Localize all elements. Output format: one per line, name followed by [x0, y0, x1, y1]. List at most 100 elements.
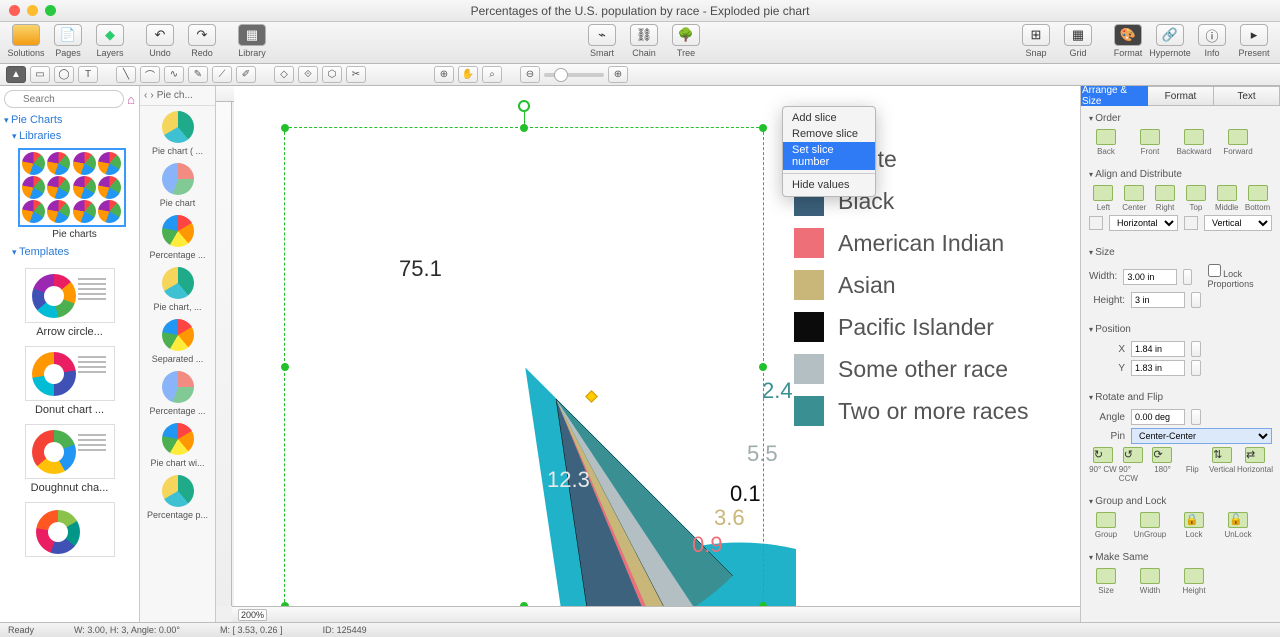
rotate-cw-button[interactable]: ↻90° CW: [1089, 447, 1117, 483]
home-icon[interactable]: ⌂: [127, 92, 135, 107]
explode-handle[interactable]: [585, 390, 598, 403]
angle-input[interactable]: [1131, 409, 1185, 425]
zoom-window-button[interactable]: [45, 5, 56, 16]
width-stepper[interactable]: [1183, 269, 1191, 285]
sec-make-same[interactable]: Make Same: [1089, 549, 1272, 566]
align-top-button[interactable]: Top: [1181, 185, 1210, 212]
format-button[interactable]: 🎨Format: [1108, 24, 1148, 58]
distribute-v-select[interactable]: Vertical: [1204, 215, 1272, 231]
order-backward-button[interactable]: Backward: [1177, 129, 1211, 156]
edit-points-tool[interactable]: ◇: [274, 66, 294, 83]
strip-item[interactable]: Percentage ...: [140, 210, 215, 262]
template-doughnut[interactable]: Doughnut cha...: [10, 424, 129, 494]
strip-item[interactable]: Separated ...: [140, 314, 215, 366]
edit-segment-tool[interactable]: ⟐: [298, 66, 318, 83]
unlock-button[interactable]: 🔓UnLock: [1221, 512, 1255, 539]
arc-tool[interactable]: ⌒: [140, 66, 160, 83]
zoom-in-icon[interactable]: ⊕: [608, 66, 628, 83]
angle-stepper[interactable]: [1191, 409, 1201, 425]
group-button[interactable]: Group: [1089, 512, 1123, 539]
sec-order[interactable]: Order: [1089, 110, 1272, 127]
hypernote-button[interactable]: 🔗Hypernote: [1150, 24, 1190, 58]
minimize-window-button[interactable]: [27, 5, 38, 16]
undo-button[interactable]: ↶Undo: [140, 24, 180, 58]
rotate-180-button[interactable]: ⟳180°: [1149, 447, 1177, 483]
redo-button[interactable]: ↷Redo: [182, 24, 222, 58]
pin-select[interactable]: Center-Center: [1131, 428, 1272, 444]
library-button[interactable]: ▦Library: [232, 24, 272, 58]
order-front-button[interactable]: Front: [1133, 129, 1167, 156]
resize-handle[interactable]: [759, 124, 767, 132]
strip-item[interactable]: Pie chart wi...: [140, 418, 215, 470]
align-left-button[interactable]: Left: [1089, 185, 1118, 212]
template-arrow-circle[interactable]: Arrow circle...: [10, 268, 129, 338]
same-size-button[interactable]: Size: [1089, 568, 1123, 595]
canvas[interactable]: 75.1 12.3 0.9 3.6 0.1 5.5 2.4: [216, 86, 1080, 622]
chevron-left-icon[interactable]: ‹: [144, 90, 147, 101]
tree-libraries[interactable]: Libraries: [12, 128, 135, 144]
ctx-add-slice[interactable]: Add slice: [783, 110, 875, 126]
width-input[interactable]: [1123, 269, 1177, 285]
flip-vertical-button[interactable]: ⇅Vertical: [1208, 447, 1236, 483]
zoom-selection-tool[interactable]: ⌕: [482, 66, 502, 83]
y-input[interactable]: [1131, 360, 1185, 376]
sec-align[interactable]: Align and Distribute: [1089, 166, 1272, 183]
ctx-set-slice-number[interactable]: Set slice number: [783, 142, 875, 170]
flip-horizontal-button[interactable]: ⇄Horizontal: [1238, 447, 1272, 483]
tab-format[interactable]: Format: [1148, 86, 1214, 106]
rotate-handle[interactable]: [518, 100, 530, 112]
chain-button[interactable]: ⛓Chain: [624, 24, 664, 58]
line-tool[interactable]: ╲: [116, 66, 136, 83]
ctx-hide-values[interactable]: Hide values: [783, 177, 875, 193]
strip-item[interactable]: Percentage ...: [140, 366, 215, 418]
height-stepper[interactable]: [1191, 292, 1201, 308]
lock-button[interactable]: 🔒Lock: [1177, 512, 1211, 539]
close-window-button[interactable]: [9, 5, 20, 16]
tree-pie-charts[interactable]: Pie Charts: [4, 112, 135, 128]
sec-rotate[interactable]: Rotate and Flip: [1089, 389, 1272, 406]
resize-handle[interactable]: [759, 363, 767, 371]
same-height-button[interactable]: Height: [1177, 568, 1211, 595]
snap-button[interactable]: ⊞Snap: [1016, 24, 1056, 58]
bezier-tool[interactable]: ⟋: [212, 66, 232, 83]
order-forward-button[interactable]: Forward: [1221, 129, 1255, 156]
strip-item[interactable]: Pie chart, ...: [140, 262, 215, 314]
align-bottom-button[interactable]: Bottom: [1243, 185, 1272, 212]
rect-tool[interactable]: ▭: [30, 66, 50, 83]
align-right-button[interactable]: Right: [1151, 185, 1180, 212]
rotate-ccw-button[interactable]: ↺90° CCW: [1119, 447, 1147, 483]
layers-button[interactable]: ◆Layers: [90, 24, 130, 58]
template-more[interactable]: [10, 502, 129, 557]
text-tool[interactable]: T: [78, 66, 98, 83]
spline-tool[interactable]: ∿: [164, 66, 184, 83]
pointer-tool[interactable]: ▲: [6, 66, 26, 83]
freehand-tool[interactable]: ✐: [236, 66, 256, 83]
library-thumb-pie-charts[interactable]: [18, 148, 126, 227]
sec-group[interactable]: Group and Lock: [1089, 493, 1272, 510]
tree-templates[interactable]: Templates: [12, 244, 135, 260]
zoom-out-icon[interactable]: ⊖: [520, 66, 540, 83]
resize-handle[interactable]: [281, 124, 289, 132]
height-input[interactable]: [1131, 292, 1185, 308]
zoom-slider[interactable]: [544, 73, 604, 77]
solutions-button[interactable]: Solutions: [6, 24, 46, 58]
x-stepper[interactable]: [1191, 341, 1201, 357]
sec-size[interactable]: Size: [1089, 244, 1272, 261]
strip-item[interactable]: Pie chart ( ...: [140, 106, 215, 158]
pan-tool[interactable]: ✋: [458, 66, 478, 83]
chevron-right-icon[interactable]: ›: [150, 90, 153, 101]
y-stepper[interactable]: [1191, 360, 1201, 376]
pages-button[interactable]: 📄Pages: [48, 24, 88, 58]
align-center-button[interactable]: Center: [1120, 185, 1149, 212]
sec-position[interactable]: Position: [1089, 321, 1272, 338]
edit-shape-tool[interactable]: ⬡: [322, 66, 342, 83]
ellipse-tool[interactable]: ◯: [54, 66, 74, 83]
pen-tool[interactable]: ✎: [188, 66, 208, 83]
search-input[interactable]: [4, 90, 124, 108]
smart-connector-button[interactable]: ⌁Smart: [582, 24, 622, 58]
zoom-in-tool[interactable]: ⊕: [434, 66, 454, 83]
zoom-select[interactable]: 200%: [238, 609, 267, 621]
order-back-button[interactable]: Back: [1089, 129, 1123, 156]
grid-button[interactable]: ▦Grid: [1058, 24, 1098, 58]
crop-tool[interactable]: ✂: [346, 66, 366, 83]
